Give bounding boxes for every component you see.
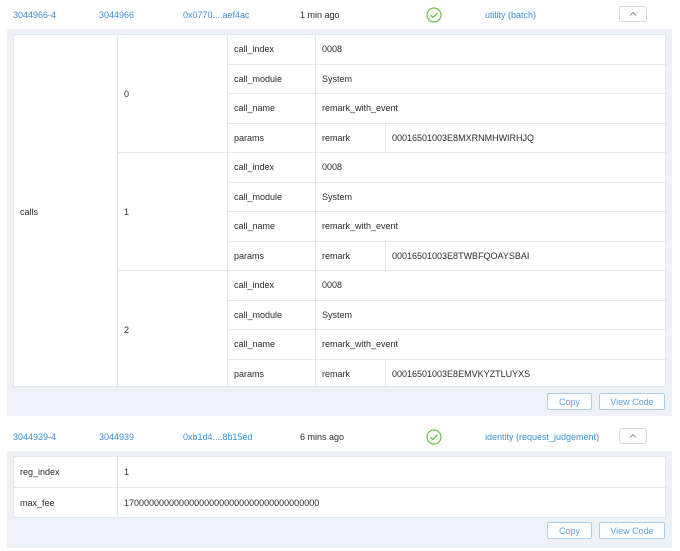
field-value-text: 00016501003E8EMVKYZTLUYXS bbox=[392, 368, 531, 379]
field-key-text: call_name bbox=[234, 339, 276, 350]
success-check-icon bbox=[426, 7, 442, 23]
field-value: remark_with_event bbox=[316, 330, 667, 360]
call-index-cell: 0 bbox=[118, 35, 228, 153]
call-index-cell: 2 bbox=[118, 271, 228, 388]
field-key: params bbox=[228, 359, 316, 388]
field-key: reg_index bbox=[14, 457, 118, 488]
sub-key: remark bbox=[316, 241, 386, 271]
field-key: call_index bbox=[228, 271, 316, 301]
params-key-cell: calls bbox=[14, 35, 118, 388]
field-key: call_module bbox=[228, 64, 316, 94]
extrinsic-row: 3044966-4 3044966 0x0770....aef4ac 1 min… bbox=[0, 0, 680, 30]
field-value-text: System bbox=[322, 73, 353, 84]
block-link[interactable]: 3044966 bbox=[99, 0, 134, 30]
field-key-text: call_name bbox=[234, 221, 276, 232]
field-key-text: call_index bbox=[234, 162, 275, 173]
field-value: 0008 bbox=[316, 153, 667, 183]
field-key-text: call_module bbox=[234, 73, 283, 84]
field-value-text: 0008 bbox=[322, 44, 343, 55]
collapse-toggle-button[interactable] bbox=[619, 6, 647, 22]
sub-key-text: remark bbox=[322, 368, 351, 379]
field-value: System bbox=[316, 183, 667, 212]
field-value-text: 0008 bbox=[322, 280, 343, 291]
field-key: call_name bbox=[228, 94, 316, 124]
field-key: call_module bbox=[228, 300, 316, 330]
time-ago: 1 min ago bbox=[300, 10, 340, 20]
extrinsic-params-panel: calls 0 call_index 0008 call_module Syst… bbox=[7, 29, 672, 416]
field-value-text: 170000000000000000000000000000000000000 bbox=[124, 497, 320, 508]
hash-link[interactable]: 0x0770....aef4ac bbox=[183, 0, 250, 30]
field-value-text: 00016501003E8MXRNMHWIRHJQ bbox=[392, 132, 535, 143]
field-key-text: reg_index bbox=[20, 466, 60, 477]
field-value: remark_with_event bbox=[316, 212, 667, 242]
extrinsic-params-panel: reg_index 1 max_fee 17000000000000000000… bbox=[7, 451, 672, 548]
action-link[interactable]: identity (request_judgement) bbox=[485, 422, 599, 452]
field-key-text: call_name bbox=[234, 103, 276, 114]
field-key: call_module bbox=[228, 182, 316, 212]
field-key-text: call_module bbox=[234, 191, 283, 202]
field-value: 0008 bbox=[316, 271, 667, 301]
field-value: 1 bbox=[118, 457, 667, 488]
sub-key-text: remark bbox=[322, 132, 351, 143]
field-key-text: params bbox=[234, 132, 265, 143]
copy-button[interactable]: Copy bbox=[547, 522, 592, 539]
field-value: 00016501003E8EMVKYZTLUYXS bbox=[386, 360, 667, 389]
call-number: 1 bbox=[124, 206, 130, 217]
field-key: call_index bbox=[228, 35, 316, 65]
field-value-text: 1 bbox=[124, 466, 130, 477]
field-value-text: remark_with_event bbox=[322, 103, 399, 114]
view-code-button[interactable]: View Code bbox=[599, 522, 665, 539]
chevron-up-icon bbox=[629, 11, 637, 16]
field-value-text: 0008 bbox=[322, 162, 343, 173]
call-number: 2 bbox=[124, 324, 130, 335]
sub-key: remark bbox=[316, 123, 386, 153]
field-value: 00016501003E8MXRNMHWIRHJQ bbox=[386, 124, 667, 153]
field-key: call_name bbox=[228, 330, 316, 360]
chevron-up-icon bbox=[629, 433, 637, 438]
field-value: 0008 bbox=[316, 35, 667, 65]
field-key-text: max_fee bbox=[20, 497, 55, 508]
field-key: params bbox=[228, 241, 316, 271]
field-value: 00016501003E8TWBFQOAYSBAI bbox=[386, 242, 667, 271]
field-key-text: call_index bbox=[234, 44, 275, 55]
collapse-toggle-button[interactable] bbox=[619, 428, 647, 444]
field-value: remark_with_event bbox=[316, 94, 667, 124]
field-key-text: call_module bbox=[234, 309, 283, 320]
success-check-icon bbox=[426, 429, 442, 445]
field-key-text: call_index bbox=[234, 280, 275, 291]
params-table: calls 0 call_index 0008 call_module Syst… bbox=[13, 34, 667, 389]
field-value: 170000000000000000000000000000000000000 bbox=[118, 488, 667, 519]
field-value-text: System bbox=[322, 191, 353, 202]
view-code-button[interactable]: View Code bbox=[599, 393, 665, 410]
field-value: System bbox=[316, 301, 667, 330]
block-link[interactable]: 3044939 bbox=[99, 422, 134, 452]
field-value-text: 00016501003E8TWBFQOAYSBAI bbox=[392, 250, 530, 261]
params-key-label: calls bbox=[20, 206, 39, 217]
copy-button[interactable]: Copy bbox=[547, 393, 592, 410]
extrinsic-row: 3044939-4 3044939 0xb1d4....8b15ed 6 min… bbox=[0, 422, 680, 452]
field-key: params bbox=[228, 123, 316, 153]
field-value-text: remark_with_event bbox=[322, 339, 399, 350]
sub-key: remark bbox=[316, 359, 386, 388]
extrinsic-id-link[interactable]: 3044939-4 bbox=[13, 422, 56, 452]
call-index-cell: 1 bbox=[118, 153, 228, 271]
sub-key-text: remark bbox=[322, 250, 351, 261]
field-key-text: params bbox=[234, 250, 265, 261]
extrinsic-id-link[interactable]: 3044966-4 bbox=[13, 0, 56, 30]
call-number: 0 bbox=[124, 88, 130, 99]
field-value: System bbox=[316, 65, 667, 94]
action-link[interactable]: utility (batch) bbox=[485, 0, 536, 30]
hash-link[interactable]: 0xb1d4....8b15ed bbox=[183, 422, 253, 452]
params-table: reg_index 1 max_fee 17000000000000000000… bbox=[13, 456, 667, 519]
field-value-text: System bbox=[322, 309, 353, 320]
field-key: max_fee bbox=[14, 487, 118, 518]
field-key: call_index bbox=[228, 153, 316, 183]
time-ago: 6 mins ago bbox=[300, 432, 345, 442]
field-value-text: remark_with_event bbox=[322, 221, 399, 232]
field-key: call_name bbox=[228, 212, 316, 242]
field-key-text: params bbox=[234, 368, 265, 379]
